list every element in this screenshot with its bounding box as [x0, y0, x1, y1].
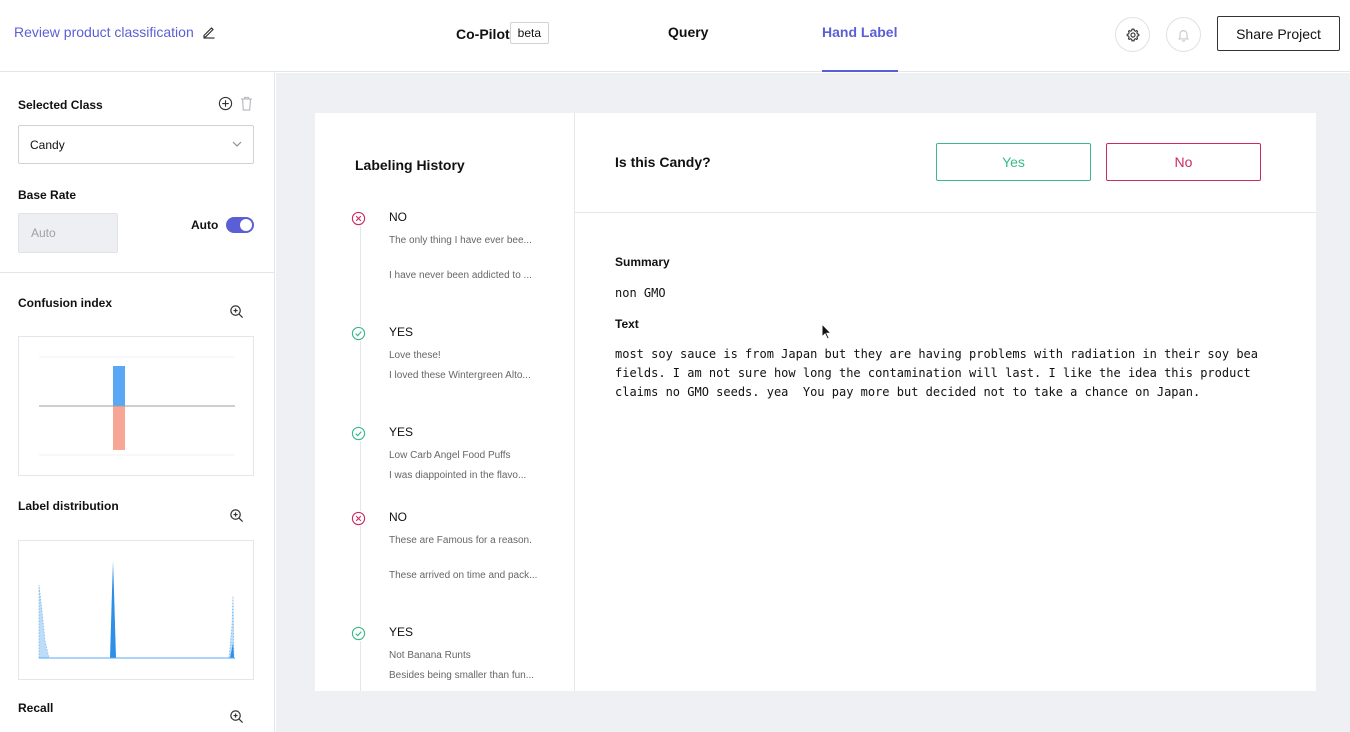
- zoom-in-icon[interactable]: [229, 304, 244, 319]
- x-circle-icon: [351, 511, 366, 526]
- sidebar: Selected Class Candy Base Rate Auto Auto…: [0, 73, 275, 732]
- history-verdict: NO: [389, 510, 407, 524]
- notifications-button[interactable]: [1166, 17, 1201, 52]
- zoom-in-icon[interactable]: [229, 709, 244, 724]
- chevron-down-icon: [232, 141, 242, 147]
- no-button[interactable]: No: [1106, 143, 1261, 181]
- label-distribution-chart: [18, 540, 254, 680]
- history-text: I loved these Wintergreen Alto...: [389, 370, 531, 381]
- confusion-negative-bar: [113, 406, 125, 450]
- summary-label: Summary: [615, 255, 670, 269]
- history-summary: Low Carb Angel Food Puffs: [389, 450, 511, 461]
- mouse-cursor-icon: [821, 323, 832, 340]
- history-summary: The only thing I have ever bee...: [389, 235, 532, 246]
- base-rate-input: Auto: [18, 213, 118, 253]
- confusion-index-plot: [39, 356, 235, 456]
- label-question: Is this Candy?: [615, 154, 711, 170]
- timeline-line: [360, 223, 361, 691]
- history-verdict: YES: [389, 425, 414, 439]
- edit-pencil-icon[interactable]: [202, 25, 216, 39]
- history-text: These arrived on time and pack...: [389, 570, 538, 581]
- recall-label: Recall: [18, 701, 54, 715]
- text-line: fields. I am not sure how long the conta…: [615, 366, 1251, 380]
- gear-icon: [1126, 27, 1139, 41]
- history-verdict: NO: [389, 210, 407, 224]
- active-tab-indicator: [822, 70, 898, 72]
- selected-class-label: Selected Class: [18, 98, 103, 112]
- history-verdict: YES: [389, 625, 414, 639]
- x-circle-icon: [351, 211, 366, 226]
- history-summary: These are Famous for a reason.: [389, 535, 532, 546]
- label-distribution-plot: [38, 561, 235, 659]
- project-title-text[interactable]: Review product classification: [14, 24, 194, 40]
- text-label: Text: [615, 317, 639, 331]
- confusion-index-chart: [18, 336, 254, 476]
- tab-query[interactable]: Query: [668, 24, 708, 40]
- yes-button[interactable]: Yes: [936, 143, 1091, 181]
- add-class-icon[interactable]: [218, 96, 233, 111]
- zoom-in-icon[interactable]: [229, 508, 244, 523]
- history-summary: Not Banana Runts: [389, 650, 471, 661]
- history-text: I was diappointed in the flavo...: [389, 470, 527, 481]
- project-title[interactable]: Review product classification: [14, 24, 216, 40]
- summary-value: non GMO: [615, 286, 666, 300]
- question-divider: [575, 212, 1316, 213]
- class-select-value: Candy: [30, 138, 65, 152]
- tab-co-pilot[interactable]: Co-Pilot beta: [456, 22, 550, 44]
- beta-badge: beta: [509, 22, 550, 44]
- share-project-button[interactable]: Share Project: [1217, 16, 1340, 51]
- distribution-center-peak: [110, 561, 116, 658]
- trash-icon[interactable]: [240, 96, 253, 111]
- class-select[interactable]: Candy: [18, 125, 254, 164]
- history-text: Besides being smaller than fun...: [389, 670, 535, 681]
- text-line: claims no GMO seeds. yea You pay more bu…: [615, 385, 1201, 399]
- settings-button[interactable]: [1115, 17, 1150, 52]
- history-verdict: YES: [389, 325, 414, 339]
- base-rate-label: Base Rate: [18, 188, 77, 202]
- label-distribution-label: Label distribution: [18, 499, 119, 513]
- text-line: most soy sauce is from Japan but they ar…: [615, 347, 1259, 361]
- top-bar: Review product classification Co-Pilot b…: [0, 0, 1350, 72]
- labeling-history-panel: Labeling History NO The only thing I hav…: [315, 113, 575, 691]
- labeling-history-title: Labeling History: [355, 157, 465, 173]
- history-summary: Love these!: [389, 350, 441, 361]
- tab-co-pilot-label: Co-Pilot: [456, 26, 510, 42]
- check-circle-icon: [351, 626, 366, 641]
- tab-hand-label[interactable]: Hand Label: [822, 24, 897, 40]
- confusion-index-label: Confusion index: [18, 296, 112, 310]
- bell-icon: [1178, 29, 1189, 42]
- auto-toggle[interactable]: [226, 217, 254, 233]
- history-text: I have never been addicted to ...: [389, 270, 532, 281]
- sidebar-divider: [0, 272, 275, 273]
- check-circle-icon: [351, 326, 366, 341]
- auto-label: Auto: [191, 218, 219, 232]
- confusion-positive-bar: [113, 366, 125, 406]
- check-circle-icon: [351, 426, 366, 441]
- distribution-left-area: [38, 584, 50, 659]
- labeling-card: Labeling History NO The only thing I hav…: [315, 113, 1316, 691]
